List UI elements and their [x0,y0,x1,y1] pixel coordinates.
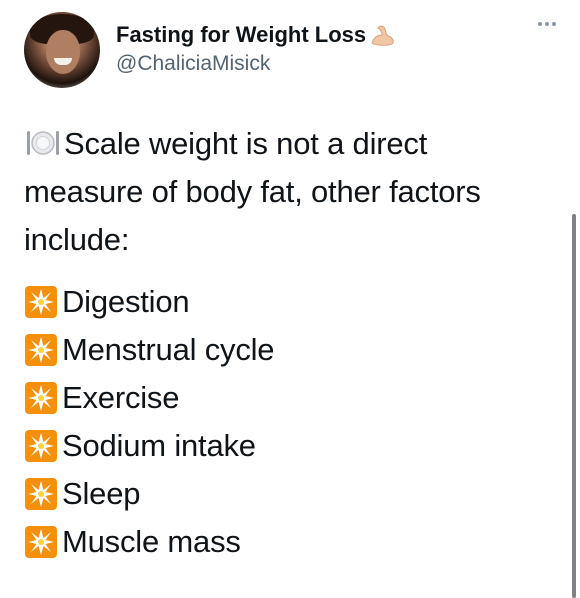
eight-pointed-star-icon [25,286,57,318]
factor-label: Digestion [62,284,190,319]
tweet-intro: Scale weight is not a direct measure of … [24,120,544,264]
scrollbar[interactable] [572,214,576,598]
author-handle[interactable]: @ChaliciaMisick [116,50,396,78]
factor-item: Sodium intake [24,422,544,470]
eight-pointed-star-icon [25,526,57,558]
tweet-text: Scale weight is not a direct measure of … [24,120,544,566]
more-options-icon[interactable] [538,22,556,26]
tweet-header: Fasting for Weight Loss @ChaliciaMisick [24,12,396,88]
more-dot [545,22,549,26]
factor-item: Muscle mass [24,518,544,566]
author-display-name[interactable]: Fasting for Weight Loss [116,22,366,48]
factor-label: Menstrual cycle [62,332,275,367]
eight-pointed-star-icon [25,382,57,414]
factor-label: Sleep [62,476,141,511]
author-info: Fasting for Weight Loss @ChaliciaMisick [116,22,396,78]
factor-item: Sleep [24,470,544,518]
tweet-intro-text: Scale weight is not a direct measure of … [24,126,481,257]
eight-pointed-star-icon [25,478,57,510]
fork-knife-plate-icon [27,131,59,155]
eight-pointed-star-icon [25,430,57,462]
factor-list: Digestion Menstrual cycle Exercise Sodium i… [24,278,544,566]
tweet-card: Fasting for Weight Loss @ChaliciaMisick … [0,0,580,598]
more-dot [552,22,556,26]
factor-item: Digestion [24,278,544,326]
more-dot [538,22,542,26]
factor-label: Muscle mass [62,524,241,559]
factor-label: Sodium intake [62,428,256,463]
author-display-name-row[interactable]: Fasting for Weight Loss [116,22,396,48]
factor-item: Menstrual cycle [24,326,544,374]
eight-pointed-star-icon [25,334,57,366]
avatar[interactable] [24,12,100,88]
avatar-face [46,30,80,74]
factor-item: Exercise [24,374,544,422]
flexed-biceps-icon [371,25,394,46]
factor-label: Exercise [62,380,180,415]
